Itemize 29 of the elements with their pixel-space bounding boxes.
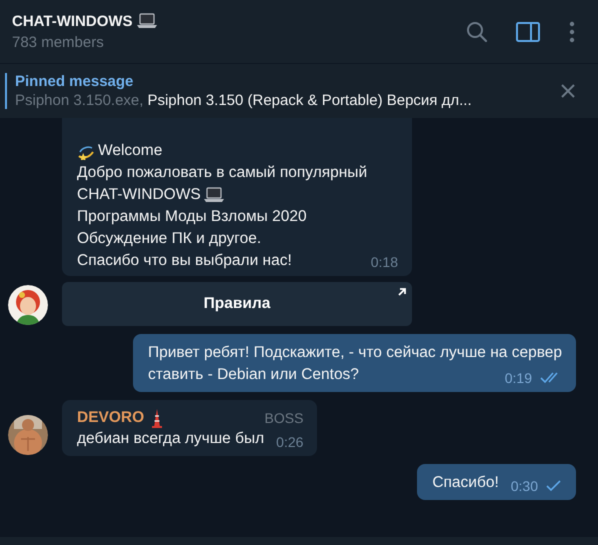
- link-arrow-icon: [397, 287, 407, 297]
- pinned-label: Pinned message: [15, 73, 134, 90]
- sender-name[interactable]: DEVORO: [77, 408, 144, 428]
- laptop-icon: [204, 187, 224, 203]
- role-label: BOSS: [264, 409, 304, 428]
- message-text: CHAT-WINDOWS: [77, 185, 201, 205]
- member-count: 783 members: [12, 34, 105, 50]
- pinned-text: Psiphon 3.150 (Repack & Portable) Версия дл...: [147, 92, 472, 109]
- message-time: 0:26: [276, 434, 304, 450]
- message-text: дебиан всегда лучше был: [77, 429, 264, 449]
- rules-button[interactable]: Правила: [62, 282, 412, 326]
- message-text: Welcome: [98, 141, 162, 161]
- message-time: 0:18: [370, 254, 398, 270]
- message-text: Обсуждение ПК и другое.: [77, 229, 262, 249]
- message-text: Добро пожаловать в самый популярный: [77, 163, 368, 183]
- message-time: 0:19: [504, 370, 532, 386]
- sidebar-toggle-icon[interactable]: [516, 22, 540, 42]
- pinned-file: Psiphon 3.150.exe,: [15, 92, 144, 109]
- chat-title: CHAT-WINDOWS: [12, 12, 133, 30]
- message-text: Спасибо!: [432, 473, 499, 493]
- message-text: Спасибо что вы выбрали нас!: [77, 251, 292, 271]
- message-text: Программы Моды Взломы 2020: [77, 207, 307, 227]
- message-text: ставить - Debian или Centos?: [148, 365, 359, 385]
- more-icon[interactable]: [568, 20, 576, 42]
- message-time: 0:30: [510, 478, 538, 494]
- close-icon[interactable]: [560, 83, 576, 99]
- message-text: Привет ребят! Подскажите, - что сейчас лучше на сервер: [148, 343, 562, 363]
- search-icon[interactable]: [466, 20, 488, 42]
- pinned-bar[interactable]: Pinned message Psiphon 3.150.exe, Psiphon 3.150 (Repack & Portable) Версия дл...: [0, 64, 598, 118]
